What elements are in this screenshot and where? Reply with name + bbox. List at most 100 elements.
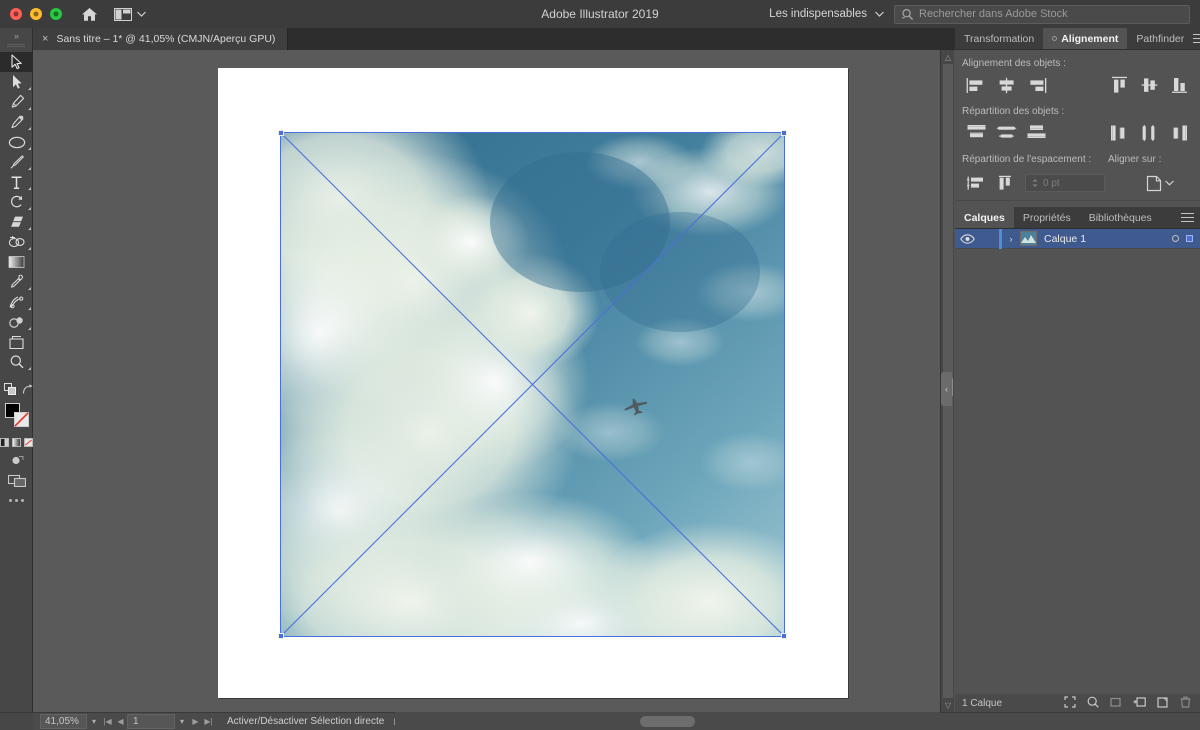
distribute-right-button[interactable]	[1164, 123, 1194, 143]
panel-collapse-handle[interactable]: ‹	[941, 372, 952, 406]
type-tool[interactable]	[0, 172, 33, 192]
first-artboard-icon[interactable]: |◀	[101, 714, 114, 729]
pen-tool[interactable]	[0, 92, 33, 112]
artboard-dropdown-chevron-down-icon[interactable]: ▾	[175, 714, 189, 729]
swap-fill-stroke-icon[interactable]	[0, 379, 33, 399]
align-to-dropdown[interactable]	[1146, 175, 1194, 192]
distribute-bottom-button[interactable]	[1021, 123, 1051, 143]
scroll-down-icon[interactable]: ▽	[941, 698, 955, 712]
color-mode-icon[interactable]	[0, 438, 9, 447]
document-tab[interactable]: × Sans titre – 1* @ 41,05% (CMJN/Aperçu …	[33, 28, 288, 50]
zoom-level-input[interactable]: 41,05%	[40, 714, 87, 729]
tool-flyout-indicator	[28, 287, 31, 290]
h-scroll-thumb[interactable]	[640, 716, 695, 727]
align-bottom-edge-button[interactable]	[1164, 75, 1194, 95]
gradient-mode-icon[interactable]	[12, 438, 21, 447]
next-artboard-icon[interactable]: ▶	[189, 714, 202, 729]
make-clipping-mask-icon[interactable]	[1087, 696, 1099, 711]
eyedropper-tool[interactable]	[0, 272, 33, 292]
ellipse-tool[interactable]	[0, 132, 33, 152]
fill-stroke-swatches[interactable]	[0, 401, 33, 435]
zoom-tool[interactable]	[0, 352, 33, 372]
stroke-color-swatch[interactable]	[14, 412, 29, 427]
align-horizontal-center-button[interactable]	[991, 75, 1021, 95]
gradient-tool[interactable]	[0, 252, 33, 272]
spacing-stepper-icon	[1031, 178, 1039, 188]
layer-name[interactable]: Calque 1	[1044, 233, 1086, 245]
close-icon[interactable]: ×	[42, 34, 48, 45]
workspace-switcher[interactable]: Les indispensables	[769, 8, 884, 20]
distribute-horizontal-spacing-button[interactable]	[991, 173, 1021, 193]
panel-menu-icon[interactable]	[1174, 207, 1200, 228]
duplicate-layer-icon[interactable]	[1157, 696, 1169, 711]
artboard-number-input[interactable]: 1	[127, 714, 175, 729]
chevron-down-icon	[137, 11, 146, 17]
scroll-up-icon[interactable]: △	[941, 50, 955, 64]
close-window-button[interactable]	[10, 8, 22, 20]
tab-calques[interactable]: Calques	[955, 207, 1014, 228]
target-circle-icon[interactable]	[1172, 235, 1179, 242]
tab-proprietes[interactable]: Propriétés	[1014, 207, 1080, 228]
new-layer-icon[interactable]	[1133, 696, 1146, 711]
tab-alignement[interactable]: Alignement	[1043, 28, 1127, 49]
symbol-sprayer-tool[interactable]	[0, 312, 33, 332]
shape-builder-tool[interactable]	[0, 232, 33, 252]
spacing-value-input[interactable]: 0 pt	[1025, 174, 1105, 192]
selection-square-icon[interactable]	[1186, 235, 1193, 242]
distribute-top-button[interactable]	[961, 123, 991, 143]
delete-layer-icon[interactable]	[1180, 696, 1191, 711]
adobe-stock-search-input[interactable]: Rechercher dans Adobe Stock	[894, 5, 1190, 24]
sky-with-airplane-image[interactable]	[280, 132, 785, 637]
home-icon[interactable]	[78, 3, 100, 25]
layer-row[interactable]: › Calque 1	[955, 229, 1200, 249]
prev-artboard-icon[interactable]: ◀	[114, 714, 127, 729]
distribute-vertical-spacing-button[interactable]	[961, 173, 991, 193]
tool-flyout-indicator	[28, 127, 31, 130]
none-slash-icon	[14, 412, 29, 427]
canvas-area[interactable]	[33, 50, 940, 712]
layer-thumbnail	[1020, 231, 1037, 246]
eraser-tool[interactable]	[0, 212, 33, 232]
curvature-tool[interactable]	[0, 112, 33, 132]
zoom-window-button[interactable]	[50, 8, 62, 20]
eye-icon[interactable]	[955, 234, 979, 244]
toolbar-collapse-icon[interactable]: »	[0, 28, 33, 41]
last-artboard-icon[interactable]: ▶|	[202, 714, 215, 729]
drawing-mode-icon[interactable]	[0, 450, 33, 470]
screen-mode-icon[interactable]	[0, 470, 33, 490]
none-mode-icon[interactable]	[24, 438, 33, 447]
paintbrush-tool[interactable]	[0, 152, 33, 172]
zoom-dropdown-chevron-down-icon[interactable]: ▾	[87, 714, 101, 729]
more-tools-icon[interactable]	[0, 490, 33, 510]
alignement-panel-body: Alignement des objets :	[955, 50, 1200, 207]
fill-stroke-modes[interactable]	[0, 435, 33, 450]
distribute-horizontal-center-button[interactable]	[1134, 123, 1164, 143]
arrange-documents-button[interactable]	[114, 8, 146, 21]
tab-calques-label: Calques	[964, 212, 1005, 224]
tool-flyout-indicator	[28, 247, 31, 250]
distribute-vertical-center-button[interactable]	[991, 123, 1021, 143]
selection-tool[interactable]	[0, 52, 33, 72]
align-to-label: Aligner sur :	[1108, 144, 1200, 170]
status-text[interactable]: Activer/Désactiver Sélection directe	[227, 716, 384, 727]
distribute-left-button[interactable]	[1104, 123, 1134, 143]
toolbar-drag-grip[interactable]	[7, 44, 25, 48]
blend-tool[interactable]	[0, 292, 33, 312]
locate-object-icon[interactable]	[1064, 696, 1076, 711]
align-left-edge-button[interactable]	[961, 75, 991, 95]
chevron-right-icon[interactable]: ›	[1002, 234, 1020, 244]
align-vertical-center-button[interactable]	[1134, 75, 1164, 95]
canvas-horizontal-scrollbar[interactable]	[395, 712, 940, 730]
tab-pathfinder[interactable]: Pathfinder	[1127, 28, 1193, 49]
tab-transformation[interactable]: Transformation	[955, 28, 1043, 49]
tab-bibliotheques[interactable]: Bibliothèques	[1080, 207, 1161, 228]
direct-selection-tool[interactable]	[0, 72, 33, 92]
align-right-edge-button[interactable]	[1021, 75, 1051, 95]
window-controls[interactable]	[0, 8, 62, 20]
artboard-tool[interactable]	[0, 332, 33, 352]
rotate-tool[interactable]	[0, 192, 33, 212]
create-sublayer-icon[interactable]	[1110, 696, 1122, 711]
minimize-window-button[interactable]	[30, 8, 42, 20]
align-top-edge-button[interactable]	[1104, 75, 1134, 95]
panel-menu-icon[interactable]	[1193, 28, 1200, 49]
